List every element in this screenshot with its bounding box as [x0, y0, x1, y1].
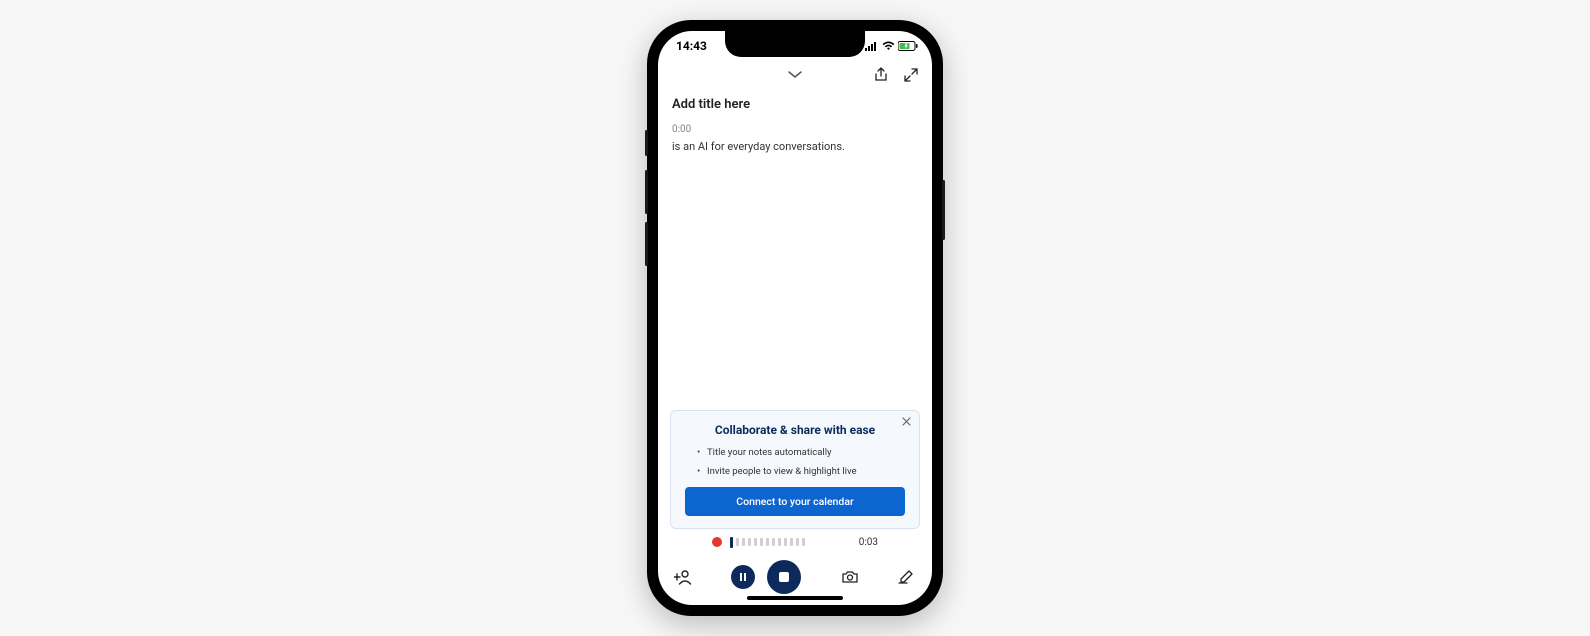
camera-icon	[841, 570, 859, 584]
status-time: 14:43	[676, 39, 707, 53]
add-person-icon	[674, 569, 692, 585]
promo-close-button[interactable]	[902, 417, 911, 426]
promo-card: Collaborate & share with ease Title your…	[670, 410, 920, 529]
battery-icon	[898, 41, 918, 51]
promo-bullet: Title your notes automatically	[707, 447, 905, 458]
connect-calendar-button[interactable]: Connect to your calendar	[685, 487, 905, 516]
highlight-button[interactable]	[898, 570, 916, 584]
expand-icon	[904, 68, 918, 82]
cellular-icon	[865, 41, 879, 51]
home-indicator[interactable]	[747, 596, 843, 600]
stop-button[interactable]	[767, 560, 801, 594]
recording-status-row: 0:03	[658, 529, 932, 549]
transcript-timestamp: 0:00	[672, 124, 918, 135]
add-person-button[interactable]	[674, 569, 692, 585]
camera-button[interactable]	[841, 570, 859, 584]
wifi-icon	[882, 41, 895, 51]
status-indicators	[865, 41, 918, 51]
transcript-text: is an AI for everyday conversations.	[672, 139, 918, 154]
share-icon	[874, 67, 888, 83]
waveform	[730, 537, 851, 548]
pause-button[interactable]	[731, 565, 755, 589]
expand-button[interactable]	[904, 68, 918, 82]
highlight-icon	[898, 570, 916, 584]
share-button[interactable]	[874, 67, 888, 83]
recording-dot-icon	[712, 537, 722, 547]
promo-bullet: Invite people to view & highlight live	[707, 466, 905, 477]
stop-icon	[779, 572, 789, 582]
pause-icon	[740, 573, 746, 581]
promo-title: Collaborate & share with ease	[685, 423, 905, 437]
recording-elapsed: 0:03	[859, 537, 878, 548]
close-icon	[902, 417, 911, 426]
collapse-chevron[interactable]	[788, 71, 802, 79]
chevron-down-icon	[788, 71, 802, 79]
title-input[interactable]: Add title here	[672, 97, 918, 112]
